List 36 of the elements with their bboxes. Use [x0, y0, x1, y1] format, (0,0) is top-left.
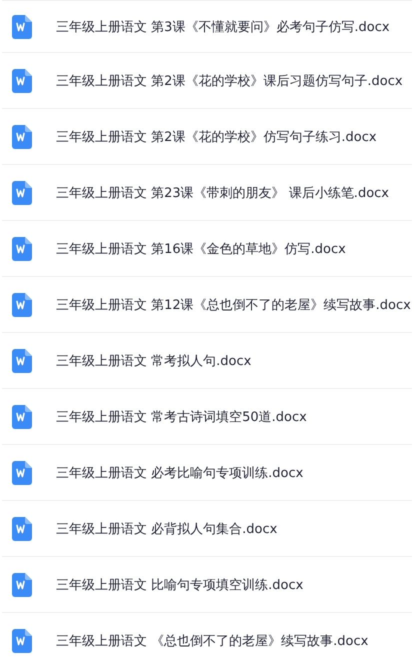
file-name: 三年级上册语文 第16课《金色的草地》仿写.docx: [56, 240, 346, 258]
word-document-icon: [12, 180, 32, 204]
file-name: 三年级上册语文 第2课《花的学校》课后习题仿写句子.docx: [56, 72, 403, 90]
file-row[interactable]: 三年级上册语文 必背拟人句集合.docx: [2, 501, 412, 557]
word-document-icon: [12, 460, 32, 484]
file-name: 三年级上册语文 常考古诗词填空50道.docx: [56, 408, 307, 426]
file-row[interactable]: 三年级上册语文 比喻句专项填空训练.docx: [2, 557, 412, 613]
file-name: 三年级上册语文 《总也倒不了的老屋》续写故事.docx: [56, 632, 368, 650]
word-document-icon: [12, 348, 32, 372]
word-document-icon: [12, 292, 32, 316]
file-row[interactable]: 三年级上册语文 第2课《花的学校》仿写句子练习.docx: [2, 109, 412, 165]
word-document-icon: [12, 14, 32, 38]
file-name: 三年级上册语文 必背拟人句集合.docx: [56, 520, 278, 538]
file-name: 三年级上册语文 第2课《花的学校》仿写句子练习.docx: [56, 128, 377, 146]
word-document-icon: [12, 572, 32, 596]
word-document-icon: [12, 124, 32, 148]
file-row[interactable]: 三年级上册语文 必考比喻句专项训练.docx: [2, 445, 412, 501]
file-name: 三年级上册语文 常考拟人句.docx: [56, 352, 252, 370]
file-row[interactable]: 三年级上册语文 第16课《金色的草地》仿写.docx: [2, 221, 412, 277]
word-document-icon: [12, 628, 32, 652]
file-row[interactable]: 三年级上册语文 第12课《总也倒不了的老屋》续写故事.docx: [2, 277, 412, 333]
file-name: 三年级上册语文 必考比喻句专项训练.docx: [56, 464, 304, 482]
word-document-icon: [12, 68, 32, 92]
word-document-icon: [12, 516, 32, 540]
file-row[interactable]: 三年级上册语文 第3课《不懂就要问》必考句子仿写.docx: [2, 0, 412, 53]
file-row[interactable]: 三年级上册语文 常考古诗词填空50道.docx: [2, 389, 412, 445]
file-row[interactable]: 三年级上册语文 第2课《花的学校》课后习题仿写句子.docx: [2, 53, 412, 109]
file-name: 三年级上册语文 第23课《带刺的朋友》 课后小练笔.docx: [56, 184, 389, 202]
word-document-icon: [12, 236, 32, 260]
file-name: 三年级上册语文 第3课《不懂就要问》必考句子仿写.docx: [56, 18, 390, 36]
file-row[interactable]: 三年级上册语文 常考拟人句.docx: [2, 333, 412, 389]
word-document-icon: [12, 404, 32, 428]
file-row[interactable]: 三年级上册语文 《总也倒不了的老屋》续写故事.docx: [2, 613, 412, 663]
file-row[interactable]: 三年级上册语文 第23课《带刺的朋友》 课后小练笔.docx: [2, 165, 412, 221]
file-name: 三年级上册语文 第12课《总也倒不了的老屋》续写故事.docx: [56, 296, 411, 314]
file-name: 三年级上册语文 比喻句专项填空训练.docx: [56, 576, 304, 594]
